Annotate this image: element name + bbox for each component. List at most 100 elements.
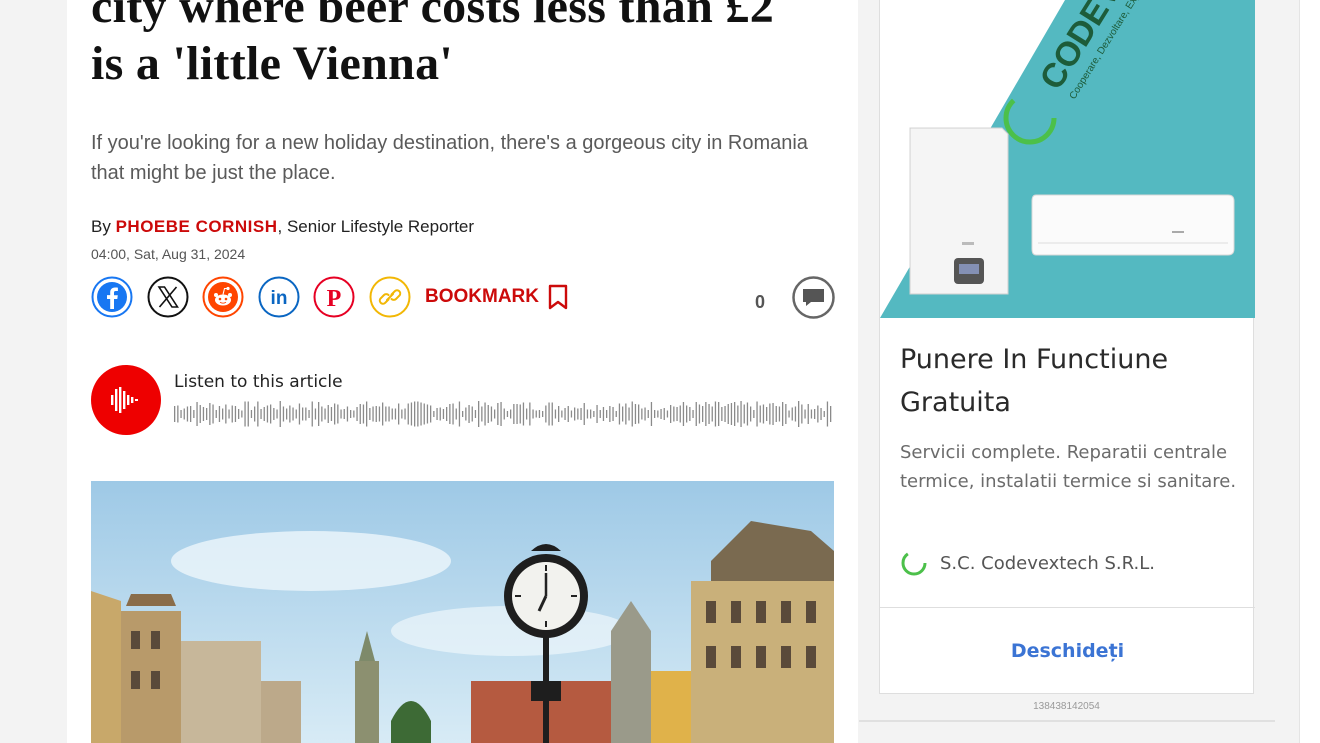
waveform-bar [631, 401, 633, 427]
audio-play-button[interactable] [91, 365, 161, 435]
sidebar: CODEVEX Cooperare, Dezvoltare, Expertiză… [859, 0, 1275, 722]
audio-waveform[interactable] [173, 400, 835, 428]
waveform-bar [782, 402, 784, 426]
comment-count[interactable]: 0 [755, 292, 765, 313]
ad-title[interactable]: Punere In Functiune Gratuita [900, 338, 1240, 424]
waveform-bar [820, 408, 822, 420]
waveform-bar [378, 406, 381, 422]
waveform-bar [391, 408, 393, 420]
byline: By PHOEBE CORNISH, Senior Lifestyle Repo… [91, 217, 474, 237]
waveform-bar [177, 405, 179, 423]
facebook-icon[interactable] [91, 276, 133, 318]
article-standfirst: If you're looking for a new holiday dest… [91, 132, 808, 184]
comment-icon[interactable] [792, 276, 835, 319]
waveform-bar [417, 401, 419, 427]
ad-advertiser[interactable]: S.C. Codevextech S.R.L. [900, 549, 1155, 577]
waveform-bar [362, 404, 365, 424]
waveform-bar [404, 408, 406, 420]
waveform-bar [785, 404, 787, 424]
waveform-bar [743, 404, 745, 424]
audio-player: Listen to this article [91, 365, 836, 435]
waveform-bar [535, 410, 537, 418]
waveform-bar [209, 403, 211, 425]
waveform-bar [273, 408, 275, 420]
publish-date: 04:00, Sat, Aug 31, 2024 [91, 246, 246, 262]
waveform-bar [778, 406, 781, 422]
copy-link-icon[interactable] [369, 276, 411, 318]
svg-text:P: P [327, 286, 342, 312]
waveform-bar [724, 406, 726, 422]
waveform-bar [474, 410, 477, 418]
x-icon[interactable] [147, 276, 189, 318]
waveform-bar [276, 409, 278, 419]
waveform-bar [401, 409, 403, 419]
waveform-bar [654, 410, 656, 418]
waveform-bar [602, 407, 605, 421]
ad-image[interactable]: CODEVEX Cooperare, Dezvoltare, Expertiză [880, 0, 1255, 318]
waveform-bar [650, 402, 653, 426]
waveform-bar [615, 411, 617, 417]
waveform-bar [282, 406, 285, 422]
waveform-bar [263, 407, 265, 421]
waveform-bar [670, 405, 672, 423]
waveform-bar [321, 406, 323, 422]
headline-line-1: city where beer costs less than £2 [91, 0, 774, 33]
waveform-bar [394, 408, 397, 420]
waveform-bar [750, 406, 752, 422]
waveform-bar [196, 402, 198, 426]
waveform-bar [356, 407, 358, 421]
waveform-bar [490, 406, 493, 422]
waveform-bar [753, 410, 755, 418]
advertisement-card[interactable]: CODEVEX Cooperare, Dezvoltare, Expertiză… [879, 0, 1255, 694]
waveform-bar [660, 409, 662, 419]
ad-open-button[interactable]: Deschideți [880, 640, 1255, 662]
waveform-bar [554, 409, 557, 419]
waveform-bar [567, 406, 569, 422]
waveform-bar [695, 402, 697, 426]
waveform-bar [343, 409, 345, 419]
waveform-bar [183, 408, 185, 420]
waveform-bar [462, 411, 464, 417]
waveform-bar [798, 401, 800, 427]
waveform-bar [433, 411, 435, 417]
waveform-bar [599, 410, 601, 418]
waveform-bar [292, 407, 294, 421]
waveform-bar [414, 401, 416, 427]
waveform-bar [286, 408, 288, 420]
bookmark-button[interactable]: BOOKMARK [425, 284, 569, 310]
page-scrollbar[interactable] [1299, 0, 1320, 743]
waveform-bar [545, 405, 547, 423]
waveform-bar [823, 411, 825, 417]
waveform-bar [193, 410, 195, 418]
waveform-bar [500, 402, 502, 426]
waveform-bar [558, 406, 560, 422]
waveform-bar [791, 407, 793, 421]
waveform-bar [449, 404, 451, 424]
waveform-bar [318, 402, 320, 426]
waveform-bar [410, 402, 413, 426]
waveform-bar [503, 408, 505, 420]
waveform-bar [730, 403, 733, 425]
pinterest-icon[interactable]: P [313, 276, 355, 318]
waveform-bar [788, 410, 790, 418]
waveform-bar [596, 405, 598, 423]
waveform-bar [807, 404, 809, 424]
waveform-bar [762, 404, 765, 424]
waveform-bar [609, 406, 611, 422]
author-link[interactable]: PHOEBE CORNISH [116, 217, 278, 236]
waveform-bar [231, 405, 233, 423]
waveform-bar [689, 407, 691, 421]
reddit-icon[interactable] [202, 276, 244, 318]
byline-prefix: By [91, 217, 111, 236]
waveform-bar [756, 401, 758, 427]
waveform-bar [766, 407, 768, 421]
waveform-bar [225, 404, 227, 424]
waveform-bar [542, 411, 544, 417]
waveform-bar [564, 408, 566, 420]
waveform-bar [366, 401, 368, 427]
waveform-bar [641, 408, 643, 420]
waveform-bar [682, 402, 685, 426]
linkedin-icon[interactable]: in [258, 276, 300, 318]
waveform-bar [212, 404, 214, 424]
ad-id: 138438142054 [1033, 701, 1100, 712]
